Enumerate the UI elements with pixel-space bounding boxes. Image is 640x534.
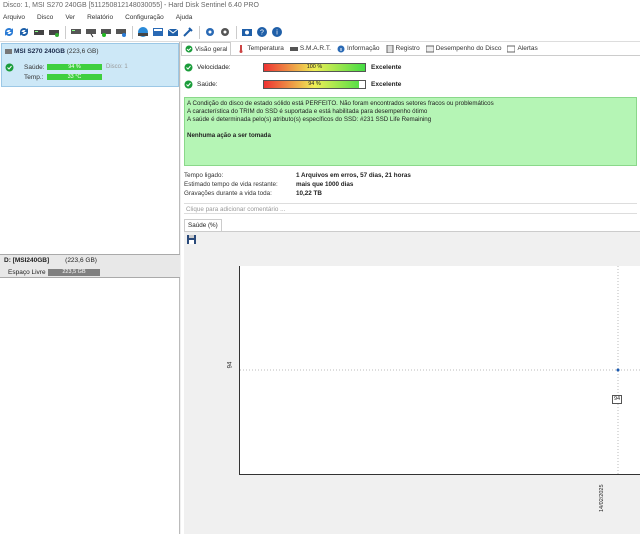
tab-alerts[interactable]: Alertas — [507, 45, 538, 53]
lifetime-writes-value: 10,22 TB — [296, 190, 322, 197]
drive-short-test-icon[interactable] — [84, 26, 97, 39]
details-panel: Visão geral Temperatura S.M.A.R.T. Infor… — [181, 42, 640, 534]
svg-text:?: ? — [260, 30, 264, 37]
separator — [199, 25, 200, 39]
health-status: Excelente — [371, 81, 402, 88]
volume-card[interactable]: D: [MSI240GB] (223,6 GB) Espaço Livre 223… — [0, 254, 180, 278]
advanced-gear-icon[interactable] — [218, 26, 231, 39]
powered-on-value: 1 Arquivos em erros, 57 dias, 21 horas — [296, 172, 411, 179]
thermometer-icon — [239, 44, 243, 53]
menu-relatorio[interactable]: Relatório — [87, 14, 113, 21]
health-ok-icon — [5, 63, 14, 72]
status-message-box: A Condição do disco de estado sólido est… — [184, 97, 637, 166]
separator — [65, 25, 66, 39]
menu-arquivo[interactable]: Arquivo — [3, 14, 25, 21]
tab-health-chart[interactable]: Saúde (%) — [184, 219, 222, 231]
globe-icon[interactable] — [136, 26, 149, 39]
alerts-icon — [507, 45, 516, 52]
tab-information[interactable]: Informação — [337, 45, 380, 53]
y-tick-label: 94 — [227, 361, 234, 369]
remaining-life-label: Estimado tempo de vida restante: — [184, 181, 278, 188]
action-text: Nenhuma ação a ser tomada — [187, 132, 271, 139]
temp-label: Temp.: — [24, 74, 44, 81]
remaining-life-value: mais que 1000 dias — [296, 181, 354, 188]
toolbar: ? i — [0, 23, 640, 42]
speed-metric: Velocidade: — [184, 63, 231, 72]
drive-small-icon — [5, 49, 12, 54]
status-line: A Condição do disco de estado sólido est… — [187, 100, 494, 107]
x-tick-label: 14/02/2025 — [599, 484, 605, 512]
status-line: A característica do TRIM do SSD é suport… — [187, 108, 428, 115]
chart-area: 94 14/02/2025 94 — [184, 231, 640, 534]
speed-bar: 100 % — [263, 63, 366, 72]
report-icon[interactable] — [151, 26, 164, 39]
tab-performance[interactable]: Desempenho do Disco — [425, 45, 501, 53]
health-label: Saúde: — [24, 64, 45, 71]
plot-svg — [240, 266, 640, 475]
health-plot — [239, 266, 640, 475]
health-metric-bar: 94 % — [263, 80, 366, 89]
disk-number: Disco: 1 — [106, 64, 128, 70]
powered-on-label: Tempo ligado: — [184, 172, 224, 179]
menu-ver[interactable]: Ver — [65, 14, 75, 21]
performance-icon — [425, 45, 434, 52]
help-icon[interactable]: ? — [255, 26, 268, 39]
drive-icon[interactable] — [32, 26, 45, 39]
drive-test-icon[interactable] — [69, 26, 82, 39]
settings-gear-icon[interactable] — [203, 26, 216, 39]
data-point — [616, 368, 620, 372]
refresh-icon[interactable] — [2, 26, 15, 39]
menu-bar: Arquivo Disco Ver Relatório Configuração… — [0, 12, 640, 23]
disk-card[interactable]: MSI S270 240GB (223,6 GB) Saúde: 94 % Di… — [1, 43, 179, 87]
temp-bar: 33 °C — [47, 74, 102, 80]
email-icon[interactable] — [166, 26, 179, 39]
speed-status: Excelente — [371, 64, 402, 71]
tab-log[interactable]: Registro — [386, 44, 420, 53]
health-bar-remainder — [358, 81, 365, 88]
camera-icon[interactable] — [240, 26, 253, 39]
volume-name: D: [MSI240GB] (223,6 GB) — [4, 257, 97, 264]
save-icon[interactable] — [187, 235, 196, 244]
free-space-bar: 223,5 GB — [48, 269, 100, 276]
free-space-label: Espaço Livre — [8, 269, 46, 276]
separator — [132, 25, 133, 39]
disk-list-panel: MSI S270 240GB (223,6 GB) Saúde: 94 % Di… — [0, 42, 180, 534]
drive-icon — [289, 46, 298, 51]
tab-smart[interactable]: S.M.A.R.T. — [289, 45, 331, 53]
menu-ajuda[interactable]: Ajuda — [176, 14, 193, 21]
disk-name: MSI S270 240GB (223,6 GB) — [14, 48, 99, 55]
menu-configuracao[interactable]: Configuração — [125, 14, 164, 21]
lifetime-writes-label: Gravações durante a vida toda: — [184, 190, 272, 197]
tools-icon[interactable] — [181, 26, 194, 39]
health-bar: 94 % — [47, 64, 102, 70]
info-icon — [337, 45, 345, 52]
tab-overview[interactable]: Visão geral — [181, 42, 232, 55]
check-circle-icon — [184, 80, 193, 89]
tab-temperature[interactable]: Temperatura — [237, 44, 284, 53]
window-title: Disco: 1, MSI S270 240GB [51125081214803… — [0, 0, 640, 12]
surface-test-icon[interactable] — [47, 26, 60, 39]
refresh-all-icon[interactable] — [17, 26, 30, 39]
data-point-label: 94 — [612, 395, 623, 404]
drive-ok-icon[interactable] — [99, 26, 112, 39]
drive-info-icon[interactable] — [114, 26, 127, 39]
comment-field[interactable]: Clique para adicionar comentário ... — [184, 203, 637, 214]
separator — [236, 25, 237, 39]
status-line: A saúde é determinada pelo(s) atributo(s… — [187, 116, 432, 123]
menu-disco[interactable]: Disco — [37, 14, 53, 21]
tab-bar: Visão geral Temperatura S.M.A.R.T. Infor… — [181, 42, 640, 56]
check-circle-icon — [184, 63, 193, 72]
log-icon — [386, 44, 393, 53]
check-circle-icon — [185, 45, 193, 53]
about-icon[interactable]: i — [270, 26, 283, 39]
health-metric: Saúde: — [184, 80, 218, 89]
